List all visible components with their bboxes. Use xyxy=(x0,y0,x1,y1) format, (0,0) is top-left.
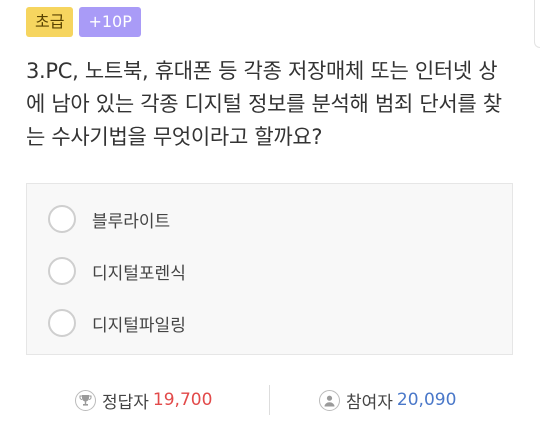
question-text: 3.PC, 노트북, 휴대폰 등 각종 저장매체 또는 인터넷 상에 남아 있는… xyxy=(26,59,502,149)
participants-count: 20,090 xyxy=(396,390,457,410)
participants-stat: 참여자 20,090 xyxy=(319,383,456,417)
radio-button[interactable] xyxy=(48,205,76,233)
correct-count: 19,700 xyxy=(152,390,213,410)
option-label: 디지털파일링 xyxy=(92,315,186,336)
badge-row: 초급 +10P xyxy=(26,7,141,37)
correct-stat: 정답자 19,700 xyxy=(75,383,212,417)
stats-bar: 정답자 19,700 참여자 20,090 xyxy=(0,383,540,417)
option-1[interactable]: 블루라이트 xyxy=(48,205,170,233)
person-icon xyxy=(319,389,340,411)
option-label: 블루라이트 xyxy=(92,211,171,232)
trophy-icon xyxy=(75,389,96,411)
participants-label: 참여자 xyxy=(346,392,393,413)
radio-button[interactable] xyxy=(48,257,76,285)
points-badge: +10P xyxy=(79,7,141,37)
quiz-page: 초급 +10P 3.PC, 노트북, 휴대폰 등 각종 저장매체 또는 인터넷 … xyxy=(0,0,540,428)
option-label: 디지털포렌식 xyxy=(92,263,186,284)
option-2[interactable]: 디지털포렌식 xyxy=(48,257,186,285)
stats-divider xyxy=(269,385,270,415)
radio-button[interactable] xyxy=(48,309,76,337)
edge-scrollbar xyxy=(534,0,540,48)
level-badge: 초급 xyxy=(26,7,74,37)
correct-label: 정답자 xyxy=(102,392,149,413)
answer-options: 블루라이트 디지털포렌식 디지털파일링 xyxy=(26,183,513,355)
option-3[interactable]: 디지털파일링 xyxy=(48,309,186,337)
